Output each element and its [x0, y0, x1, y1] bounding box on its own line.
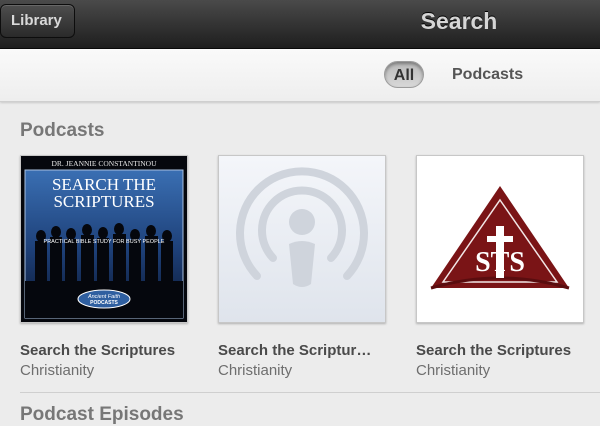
top-bar: Library Search: [0, 0, 600, 49]
filter-all-button[interactable]: All: [384, 61, 424, 88]
sts-letters: STS: [475, 247, 525, 278]
page-title: Search: [420, 8, 498, 34]
card-title[interactable]: Search the Scriptur…: [218, 342, 388, 359]
scriptures-artwork: DR. JEANNIE CONSTANTINOU SEARCH THE SCRI…: [21, 156, 187, 322]
card-category: Christianity: [416, 362, 491, 379]
card-category: Christianity: [218, 362, 293, 379]
art-title-line2: SCRIPTURES: [53, 192, 154, 211]
card-title[interactable]: Search the Scriptures: [416, 342, 586, 359]
filter-bar: All Podcasts: [0, 49, 600, 102]
filter-podcasts-button[interactable]: Podcasts: [452, 66, 523, 84]
section-divider: [20, 392, 600, 393]
podcast-card[interactable]: DR. JEANNIE CONSTANTINOU SEARCH THE SCRI…: [20, 155, 188, 379]
card-category: Christianity: [20, 362, 95, 379]
section-title-podcasts: Podcasts: [20, 120, 105, 141]
podcast-artwork[interactable]: [218, 155, 386, 323]
library-button[interactable]: Library: [0, 4, 75, 38]
sts-logo-icon: STS: [430, 186, 570, 290]
section-title-episodes: Podcast Episodes: [20, 404, 184, 425]
card-title[interactable]: Search the Scriptures: [20, 342, 190, 359]
art-badge-line2: PODCASTS: [90, 300, 118, 306]
podcast-icon: [236, 167, 368, 287]
art-author: DR. JEANNIE CONSTANTINOU: [51, 159, 157, 168]
art-tagline: PRACTICAL BIBLE STUDY FOR BUSY PEOPLE: [44, 239, 165, 245]
podcast-card[interactable]: Search the Scriptur… Christianity: [218, 155, 386, 379]
podcast-artwork[interactable]: STS: [416, 155, 584, 323]
podcast-card[interactable]: STS Search the Scriptures Christianity: [416, 155, 584, 379]
podcast-artwork[interactable]: DR. JEANNIE CONSTANTINOU SEARCH THE SCRI…: [20, 155, 188, 323]
